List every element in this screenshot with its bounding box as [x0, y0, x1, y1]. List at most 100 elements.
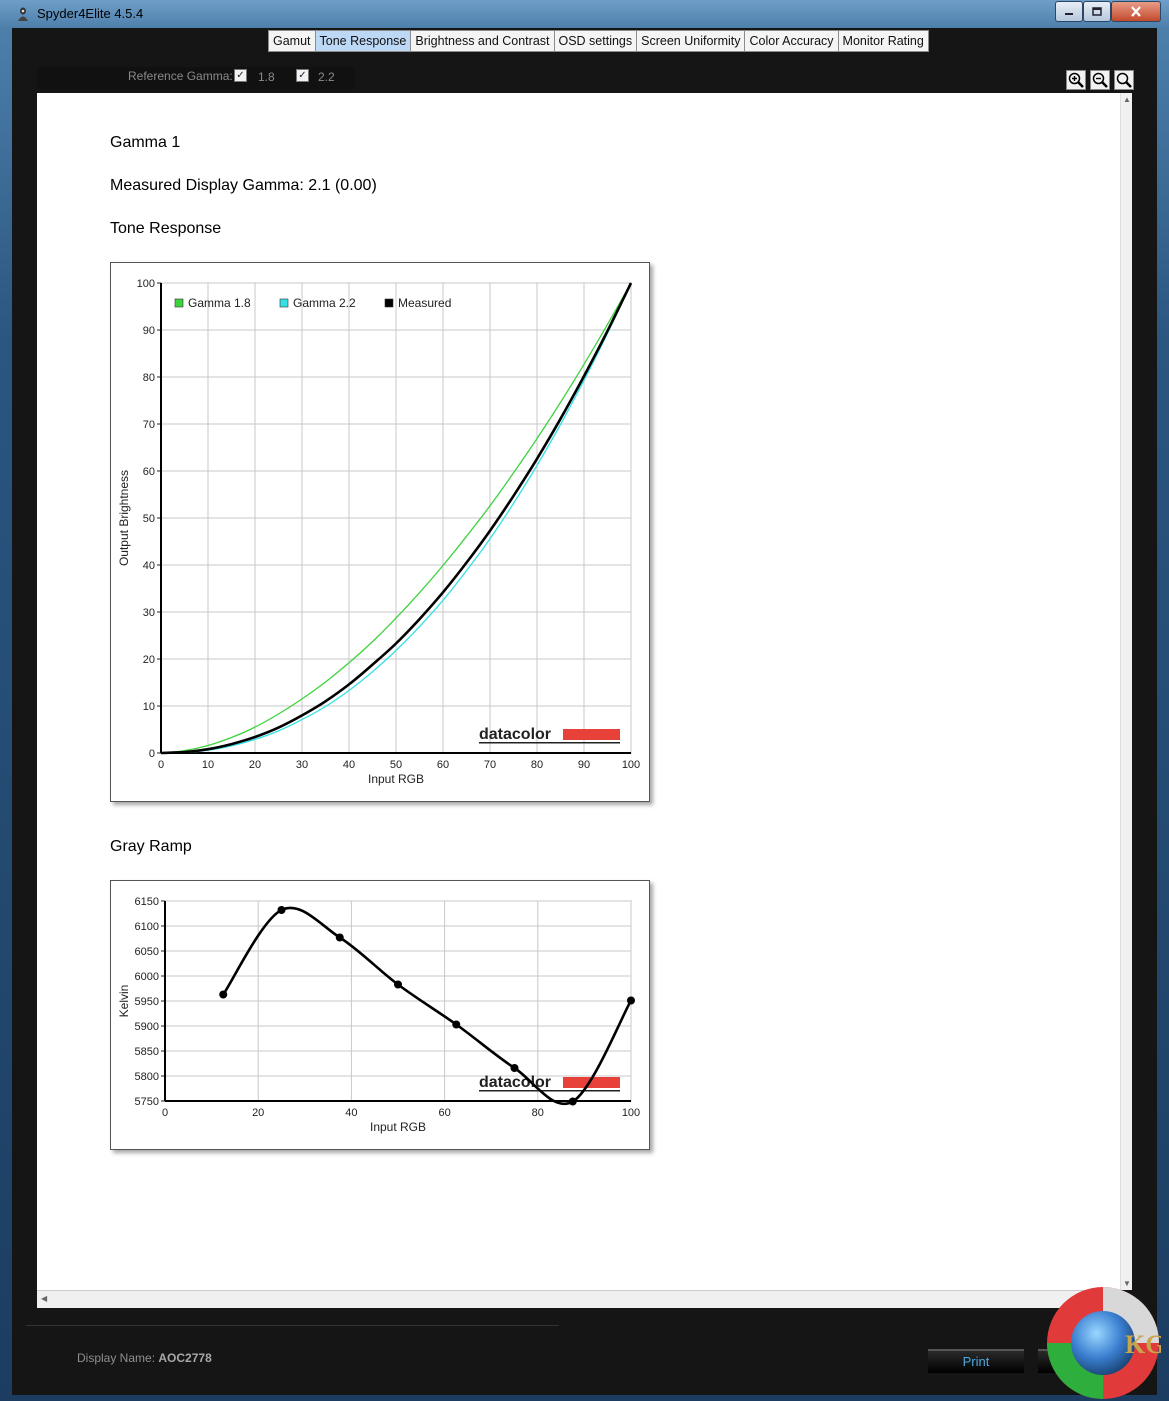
y-tick-label: 5850: [135, 1046, 159, 1058]
x-tick-label: 90: [578, 759, 590, 771]
minimize-button[interactable]: [1055, 1, 1083, 22]
y-tick-label: 80: [143, 372, 155, 384]
zoom-out-button[interactable]: [1090, 70, 1110, 90]
maximize-icon: [1092, 7, 1102, 16]
x-tick-label: 100: [622, 1107, 640, 1119]
gamma-2-2-label: 2.2: [318, 70, 335, 84]
kg-watermark-logo: KG: [1047, 1287, 1161, 1399]
gamma-1-8-checkbox[interactable]: ✓: [234, 69, 247, 82]
tab-color-accuracy[interactable]: Color Accuracy: [745, 31, 839, 51]
minimize-icon: [1065, 12, 1073, 15]
x-tick-label: 60: [438, 1107, 450, 1119]
x-tick-label: 80: [531, 759, 543, 771]
x-tick-label: 30: [296, 759, 308, 771]
zoom-out-icon: [1092, 72, 1108, 88]
legend-swatch: [174, 298, 184, 308]
x-axis-label: Input RGB: [370, 1120, 426, 1134]
spyder-app-icon: [18, 7, 28, 21]
y-tick-label: 30: [143, 607, 155, 619]
x-tick-label: 100: [622, 759, 640, 771]
scroll-up-icon[interactable]: ▲: [1123, 95, 1131, 104]
y-tick-label: 5750: [135, 1096, 159, 1108]
legend-swatch: [279, 298, 289, 308]
gamma-2-2-checkbox[interactable]: ✓: [296, 69, 309, 82]
data-point: [510, 1064, 519, 1072]
tab-screen-uniformity[interactable]: Screen Uniformity: [637, 31, 746, 51]
zoom-in-button[interactable]: [1066, 70, 1086, 90]
measured-gamma-text: Measured Display Gamma: 2.1 (0.00): [110, 177, 377, 194]
x-tick-label: 70: [484, 759, 496, 771]
footer-divider: [26, 1325, 559, 1326]
display-name-label: Display Name:: [77, 1351, 156, 1365]
x-tick-label: 20: [252, 1107, 264, 1119]
y-tick-label: 6050: [135, 946, 159, 958]
data-point: [335, 933, 344, 942]
x-tick-label: 0: [158, 759, 164, 771]
tab-monitor-rating[interactable]: Monitor Rating: [839, 31, 928, 51]
kg-watermark-text: KG: [1125, 1330, 1161, 1359]
y-tick-label: 50: [143, 513, 155, 525]
y-tick-label: 90: [143, 325, 155, 337]
title-bar[interactable]: Spyder4Elite 4.5.4: [0, 0, 1169, 28]
legend-swatch: [384, 298, 394, 308]
legend-entry: Measured: [398, 296, 451, 310]
x-tick-label: 60: [437, 759, 449, 771]
gray-ramp-title: Gray Ramp: [110, 838, 192, 855]
zoom-fit-button[interactable]: [1114, 70, 1134, 90]
window-title: Spyder4Elite 4.5.4: [37, 6, 144, 21]
tone-response-chart: 0 10 20 30 40 50 60 70 80 90 100 0 10 20 30 40 50 60 70 80 9…: [110, 262, 650, 802]
y-tick-label: 5800: [135, 1071, 159, 1083]
data-point: [627, 996, 635, 1005]
datacolor-logo-text: datacolor: [479, 1074, 551, 1091]
tab-gamut[interactable]: Gamut: [269, 31, 316, 51]
data-point: [394, 980, 402, 989]
data-point: [219, 990, 228, 999]
x-tick-label: 80: [532, 1107, 544, 1119]
tone-response-plot: 0 10 20 30 40 50 60 70 80 90 100 0 10 20 30 40 50 60 70 80 9…: [117, 278, 640, 786]
print-button[interactable]: Print: [928, 1349, 1024, 1373]
y-tick-label: 6100: [135, 921, 159, 933]
x-tick-label: 40: [345, 1107, 357, 1119]
maximize-button[interactable]: [1083, 1, 1111, 22]
tab-tone-response[interactable]: Tone Response: [315, 31, 412, 51]
y-tick-label: 40: [143, 560, 155, 572]
tone-response-title: Tone Response: [110, 220, 222, 237]
y-tick-label: 70: [143, 419, 155, 431]
gamma-1-8-label: 1.8: [258, 70, 275, 84]
gray-ramp-plot: 0 20 40 60 80 100 5750 5800 5850 5900 5950 6000 6050…: [117, 896, 640, 1134]
x-tick-label: 40: [343, 759, 355, 771]
zoom-fit-icon: [1116, 72, 1132, 88]
tab-osd-settings[interactable]: OSD settings: [555, 31, 638, 51]
data-point: [452, 1020, 461, 1029]
window-close-button[interactable]: [1111, 1, 1161, 22]
gamma-title: Gamma 1: [110, 134, 181, 151]
y-axis-label: Output Brightness: [117, 470, 131, 566]
y-tick-label: 60: [143, 466, 155, 478]
reference-gamma-label: Reference Gamma:: [128, 69, 233, 83]
tab-brightness-contrast[interactable]: Brightness and Contrast: [411, 31, 555, 51]
datacolor-logo-bar: [563, 729, 620, 740]
x-axis-label: Input RGB: [368, 772, 424, 786]
x-tick-label: 20: [249, 759, 261, 771]
scroll-left-icon[interactable]: ◀: [41, 1294, 47, 1303]
zoom-in-icon: [1068, 72, 1084, 88]
x-tick-label: 10: [202, 759, 214, 771]
y-axis-label: Kelvin: [117, 985, 131, 1018]
vertical-scrollbar[interactable]: ▲ ▼: [1120, 93, 1132, 1290]
close-icon: [1131, 6, 1141, 17]
y-tick-label: 6150: [135, 896, 159, 908]
y-tick-label: 5900: [135, 1021, 159, 1033]
y-tick-label: 6000: [135, 971, 159, 983]
datacolor-logo-underline: [479, 1090, 620, 1092]
y-tick-label: 10: [143, 701, 155, 713]
x-tick-label: 0: [162, 1107, 168, 1119]
display-name-value: AOC2778: [158, 1351, 212, 1365]
data-point: [277, 906, 286, 914]
y-tick-label: 5950: [135, 996, 159, 1008]
x-tick-label: 50: [390, 759, 402, 771]
y-tick-label: 100: [137, 278, 155, 290]
datacolor-logo-text: datacolor: [479, 726, 551, 743]
horizontal-scrollbar[interactable]: ◀ ▶: [37, 1290, 1120, 1308]
display-name: Display Name: AOC2778: [77, 1351, 212, 1365]
data-point: [568, 1097, 577, 1106]
